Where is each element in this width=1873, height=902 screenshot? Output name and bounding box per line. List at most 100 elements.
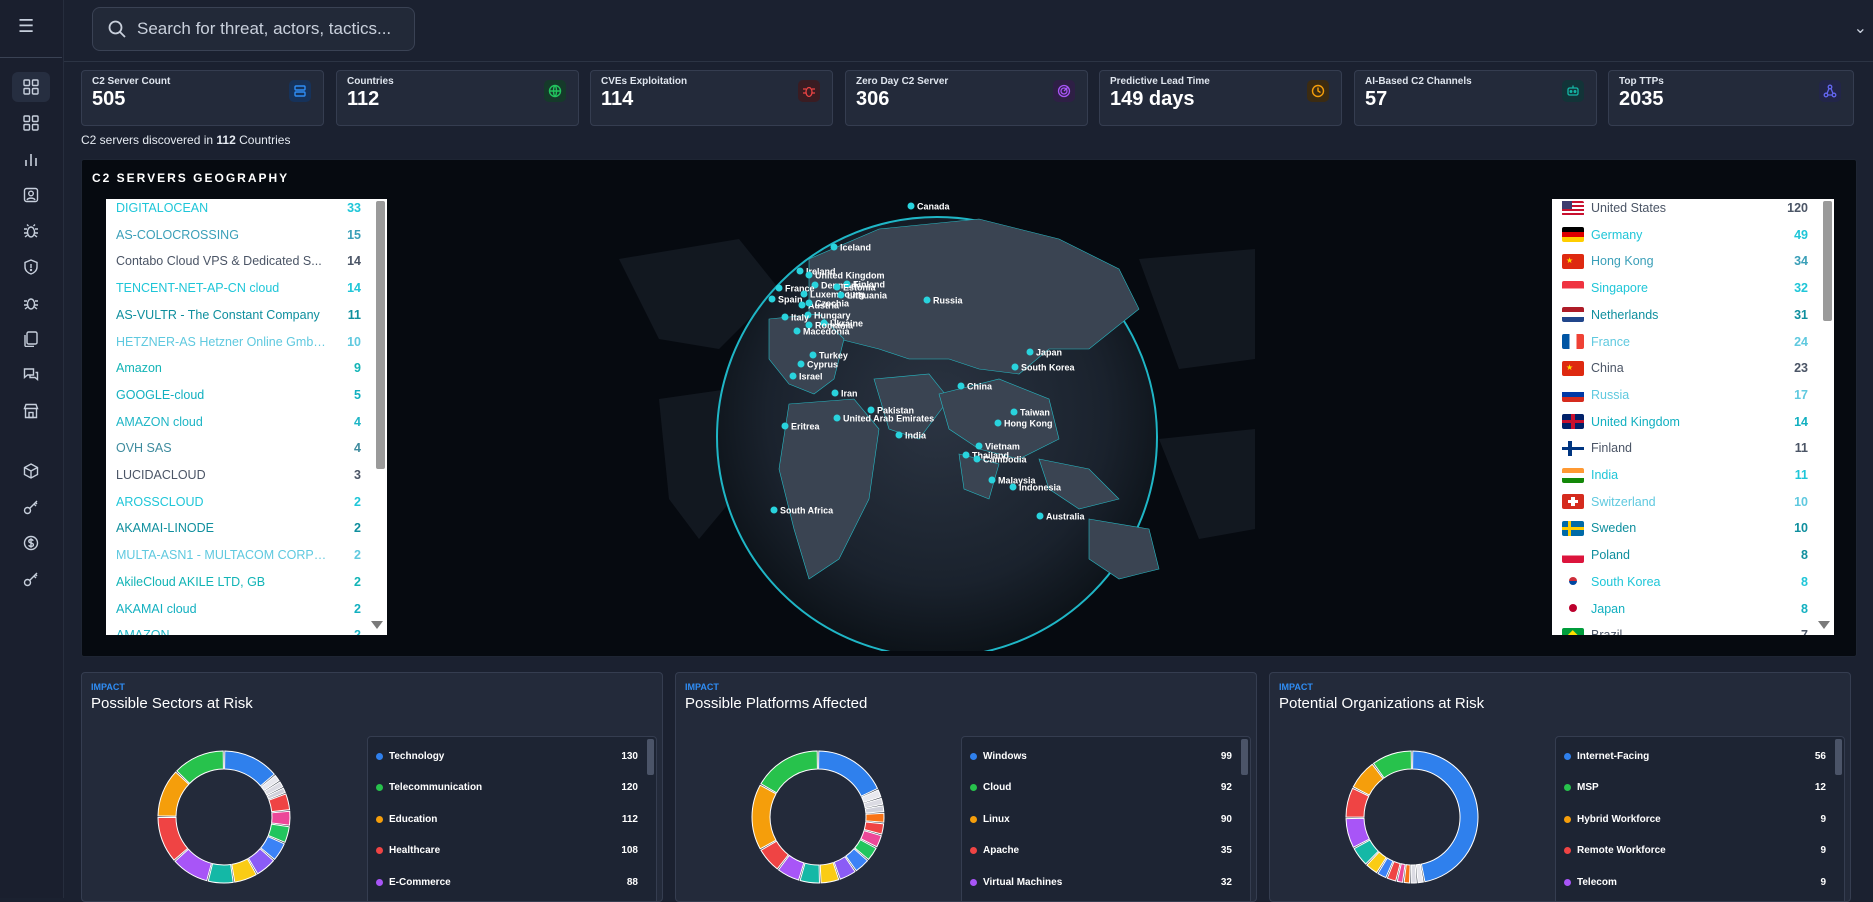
provider-list-item[interactable]: MULTA-ASN1 - MULTACOM CORPOR... 2 (106, 542, 387, 568)
country-list-item[interactable]: Japan 8 (1552, 596, 1834, 622)
map-marker[interactable] (957, 382, 965, 390)
map-marker[interactable] (962, 451, 970, 459)
sidebar-item-vulnerabilities[interactable] (12, 288, 50, 318)
map-marker[interactable] (830, 243, 838, 251)
legend-scrollbar[interactable] (647, 739, 654, 775)
map-marker[interactable] (789, 372, 797, 380)
legend-item[interactable]: Cloud 92 (970, 780, 1232, 796)
donut-segment[interactable] (865, 812, 885, 823)
map-marker[interactable] (793, 327, 801, 335)
donut-chart[interactable] (748, 747, 888, 887)
map-marker[interactable] (768, 295, 776, 303)
donut-segment[interactable] (751, 784, 777, 850)
map-marker[interactable] (809, 351, 817, 359)
kpi-card-top-ttps[interactable]: Top TTPs 2035 (1608, 70, 1854, 126)
legend-item[interactable]: Internet-Facing 56 (1564, 748, 1826, 764)
map-marker[interactable] (797, 360, 805, 368)
provider-list-item[interactable]: TENCENT-NET-AP-CN cloud 14 (106, 275, 387, 301)
donut-segment[interactable] (1412, 750, 1479, 883)
country-list-item[interactable]: Germany 49 (1552, 222, 1834, 248)
sidebar-item-reports[interactable] (12, 324, 50, 354)
legend-scrollbar[interactable] (1241, 739, 1248, 775)
provider-list-item[interactable]: GOOGLE-cloud 5 (106, 382, 387, 408)
provider-list-item[interactable]: AMAZON cloud 4 (106, 409, 387, 435)
map-marker[interactable] (1011, 363, 1019, 371)
kpi-card-zero-day-c2-server[interactable]: Zero Day C2 Server 306 (845, 70, 1088, 126)
country-list-item[interactable]: Switzerland 10 (1552, 489, 1834, 515)
country-list[interactable]: Brazil7 Japan 8 South Korea 8 Poland 8 Sweden 10… (1552, 199, 1834, 635)
donut-segment[interactable] (1410, 864, 1417, 884)
map-marker[interactable] (895, 431, 903, 439)
map-marker[interactable] (1036, 512, 1044, 520)
country-list-item[interactable]: Singapore 32 (1552, 275, 1834, 301)
provider-list-scrollbar[interactable] (376, 201, 385, 469)
map-marker[interactable] (988, 476, 996, 484)
map-marker[interactable] (833, 414, 841, 422)
map-marker[interactable] (831, 389, 839, 397)
map-marker[interactable] (781, 313, 789, 321)
legend-item[interactable]: Education 112 (376, 811, 638, 827)
provider-list-item[interactable]: AS-COLOCROSSING 15 (106, 222, 387, 248)
country-list-item[interactable]: Sweden 10 (1552, 515, 1834, 541)
provider-list-item[interactable]: Amazon 9 (106, 355, 387, 381)
legend-item[interactable]: Linux 90 (970, 811, 1232, 827)
donut-chart[interactable] (154, 747, 294, 887)
legend-item[interactable]: Healthcare 108 (376, 843, 638, 859)
map-marker[interactable] (994, 419, 1002, 427)
hamburger-menu-icon[interactable]: ☰ (18, 17, 38, 35)
provider-list-item[interactable]: HETZNER-AS Hetzner Online GmbH,... 10 (106, 329, 387, 355)
kpi-card-c2-server-count[interactable]: C2 Server Count 505 (81, 70, 324, 126)
legend-list[interactable]: Windows 99 Cloud 92 Linux 90 Apache 35 Virtual M… (961, 736, 1251, 901)
map-marker[interactable] (798, 301, 806, 309)
legend-item[interactable]: Windows 99 (970, 748, 1232, 764)
kpi-card-ai-based-c2-channels[interactable]: AI-Based C2 Channels 57 (1354, 70, 1597, 126)
country-list-item[interactable]: Netherlands 31 (1552, 302, 1834, 328)
country-list-item[interactable]: United States 120 (1552, 199, 1834, 221)
map-marker[interactable] (1009, 483, 1017, 491)
legend-scrollbar[interactable] (1835, 739, 1842, 775)
map-marker[interactable] (867, 406, 875, 414)
sidebar-item-store[interactable] (12, 396, 50, 426)
map-marker[interactable] (975, 442, 983, 450)
provider-list-item[interactable]: AS-VULTR - The Constant Company 11 (106, 302, 387, 328)
provider-list-item[interactable]: AKAMAI-LINODE 2 (106, 515, 387, 541)
provider-list-item[interactable]: AROSSCLOUD 2 (106, 489, 387, 515)
donut-segment[interactable] (176, 750, 224, 785)
map-marker[interactable] (800, 290, 808, 298)
map-marker[interactable] (837, 291, 845, 299)
scroll-down-arrow-icon[interactable] (371, 621, 383, 629)
map-marker[interactable] (1010, 408, 1018, 416)
map-marker[interactable] (923, 296, 931, 304)
map-marker[interactable] (805, 271, 813, 279)
country-list-item[interactable]: United Kingdom 14 (1552, 409, 1834, 435)
map-marker[interactable] (973, 455, 981, 463)
sidebar-item-analytics[interactable] (12, 144, 50, 174)
kpi-card-countries[interactable]: Countries 112 (336, 70, 579, 126)
sidebar-item-overview[interactable] (12, 108, 50, 138)
map-marker[interactable] (833, 283, 841, 291)
map-marker[interactable] (770, 506, 778, 514)
country-list-item[interactable]: ★ China 23 (1552, 355, 1834, 381)
map-marker[interactable] (805, 299, 813, 307)
legend-list[interactable]: Internet-Facing 56 MSP 12 Hybrid Workforce 9 R… (1555, 736, 1845, 901)
search-input[interactable]: Search for threat, actors, tactics... (92, 7, 415, 51)
provider-list-item[interactable]: OVH SAS 4 (106, 435, 387, 461)
legend-item[interactable]: E-Commerce 88 (376, 874, 638, 890)
sidebar-item-dashboard[interactable] (12, 72, 50, 102)
provider-list-item[interactable]: AMAZON2 (106, 622, 387, 635)
sidebar-item-packages[interactable] (12, 456, 50, 486)
provider-list[interactable]: AMAZON2AKAMAI cloud2AkileCloud AKILE LTD… (106, 199, 387, 635)
donut-chart[interactable] (1342, 747, 1482, 887)
legend-item[interactable]: Telecom 9 (1564, 874, 1826, 890)
country-list-item[interactable]: Brazil7 (1552, 622, 1834, 635)
country-list-item[interactable]: ★ Hong Kong 34 (1552, 248, 1834, 274)
legend-item[interactable]: Virtual Machines 32 (970, 874, 1232, 890)
country-list-item[interactable]: Russia 17 (1552, 382, 1834, 408)
country-list-item[interactable]: Finland 11 (1552, 435, 1834, 461)
donut-segment[interactable] (224, 750, 275, 787)
provider-list-item[interactable]: LUCIDACLOUD 3 (106, 462, 387, 488)
legend-item[interactable]: Telecommunication 120 (376, 780, 638, 796)
kpi-card-predictive-lead-time[interactable]: Predictive Lead Time 149 days (1099, 70, 1342, 126)
scroll-down-arrow-icon[interactable] (1818, 621, 1830, 629)
donut-segment[interactable] (760, 750, 818, 794)
